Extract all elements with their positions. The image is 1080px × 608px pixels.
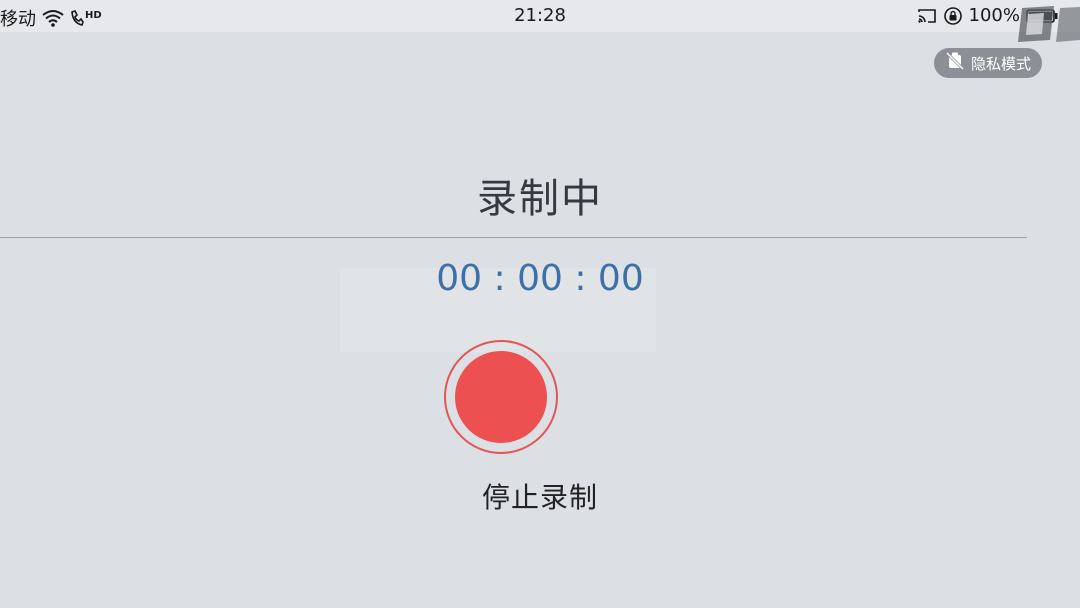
divider [0,237,1027,238]
privacy-mode-button[interactable]: 隐私模式 [934,48,1042,78]
cast-icon [917,8,937,24]
privacy-mode-label: 隐私模式 [970,54,1031,73]
record-dot [455,351,547,443]
rotation-lock-icon [943,6,963,26]
recording-timer: 00 : 00 : 00 [436,258,644,299]
stop-record-button[interactable] [444,340,558,454]
status-bar: 移动 HD 21:28 100% [0,0,1080,32]
stop-record-label[interactable]: 停止录制 [0,476,1080,516]
battery-level: 100% [968,5,1020,26]
recording-title: 录制中 [477,176,603,222]
camera-off-icon [945,51,965,75]
watermark-logo [1014,2,1080,44]
